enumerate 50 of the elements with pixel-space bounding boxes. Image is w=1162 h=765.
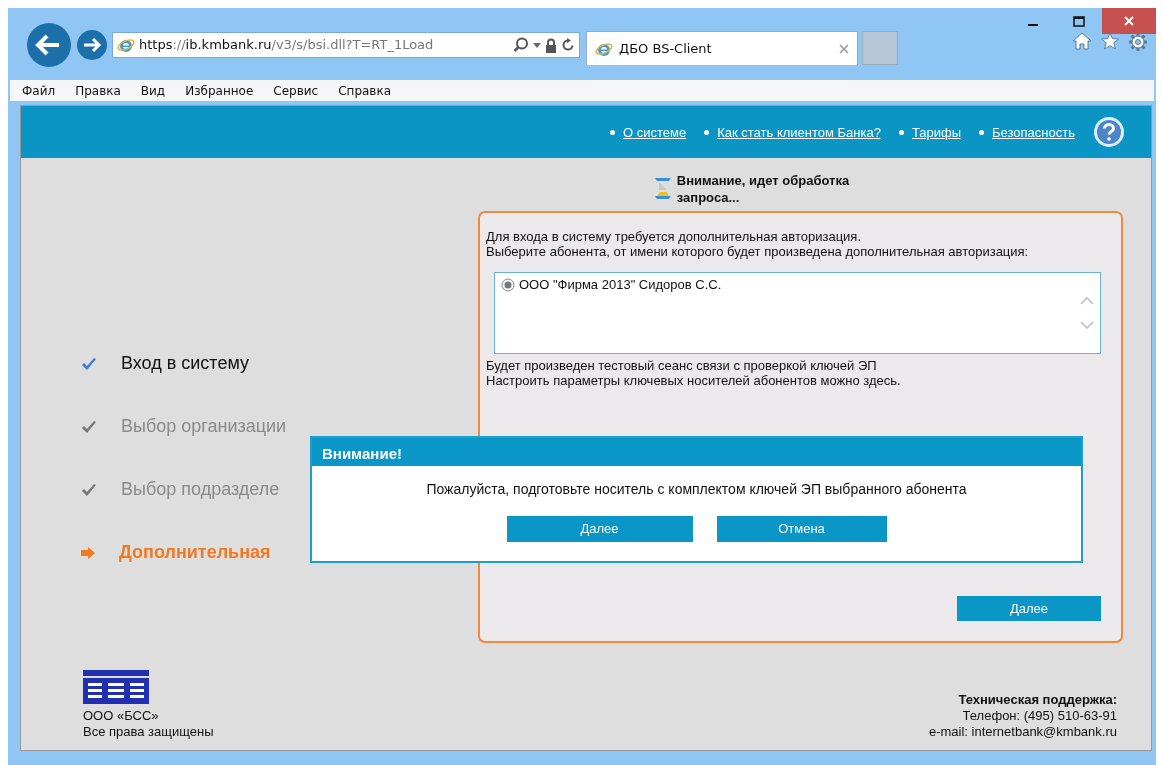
menu-item[interactable]: Файл: [22, 81, 56, 100]
settings-link[interactable]: здесь: [863, 373, 897, 388]
note-text: Будет произведен тестовый сеанс связи с проверкой ключей ЭП: [486, 358, 878, 373]
refresh-icon[interactable]: [561, 38, 575, 52]
maximize-icon: [1073, 15, 1085, 27]
forward-button[interactable]: [76, 29, 108, 61]
close-button[interactable]: [1102, 8, 1156, 34]
step-label: Дополнительная: [119, 541, 271, 564]
menu-item[interactable]: Избранное: [185, 81, 254, 100]
support-title: Техническая поддержка:: [957, 692, 1117, 708]
bullet-icon: [979, 130, 985, 136]
home-icon[interactable]: [1072, 32, 1092, 50]
lock-icon[interactable]: [545, 37, 557, 53]
prompt-text: Выберите абонента, от имени которого будет произведена дополнительная авторизация:: [486, 244, 1030, 259]
phone-text: Телефон: (495) 510-63-91: [961, 708, 1117, 724]
subscriber-label[interactable]: ООО "Фирма 2013" Сидоров С.С.: [519, 277, 722, 292]
dialog-title: Внимание!: [312, 438, 1081, 466]
star-icon[interactable]: [1100, 32, 1120, 50]
menu-item[interactable]: Вид: [140, 81, 166, 100]
intro-text: Для входа в систему требуется дополнительная авторизация.: [486, 229, 862, 244]
settings-icon[interactable]: [1128, 32, 1148, 52]
minimize-icon: [1028, 24, 1038, 26]
menu-item[interactable]: Справка: [338, 81, 392, 100]
email-link[interactable]: internetbank@kmbank.ru: [971, 724, 1117, 739]
search-icon[interactable]: [513, 37, 529, 53]
copyright-text: Все права защищены: [83, 724, 214, 740]
address-bar[interactable]: https://ib.kmbank.ru/v3/s/bsi.dll?T=RT_1Load: [112, 32, 580, 58]
step-label: Вход в систему: [121, 352, 249, 375]
step-label: Выбор организации: [121, 415, 287, 438]
step-label: Выбор подразделе: [121, 478, 280, 501]
settings-text: Настроить параметры ключевых носителей абонентов можно здесь.: [486, 373, 902, 388]
browser-logo-icon: [117, 36, 135, 54]
bullet-icon: [704, 130, 710, 136]
close-icon[interactable]: [839, 43, 849, 54]
menu-item[interactable]: Сервис: [273, 81, 319, 100]
browser-tab[interactable]: ДБО BS-Client: [586, 31, 858, 65]
bullet-icon: [610, 130, 615, 136]
menu-item[interactable]: Правка: [75, 81, 121, 100]
bullet-icon: [898, 130, 904, 136]
company-name: ООО «БСС»: [83, 708, 160, 724]
caret-icon[interactable]: [533, 42, 541, 48]
email-text: e-mail: internetbank@kmbank.ru: [928, 724, 1117, 740]
back-button[interactable]: [26, 22, 72, 68]
company-logo-icon: [83, 670, 149, 704]
subscriber-list[interactable]: ООО "Фирма 2013" Сидоров С.С.: [494, 272, 1101, 354]
help-icon[interactable]: [1093, 116, 1125, 148]
radio-button[interactable]: [501, 277, 515, 292]
dialog-message: Пожалуйста, подготовьте носитель с комплектом ключей ЭП выбранного абонента: [425, 480, 968, 499]
close-icon: [1123, 15, 1135, 27]
status-message: Внимание, идет обработка запроса...: [676, 172, 851, 206]
